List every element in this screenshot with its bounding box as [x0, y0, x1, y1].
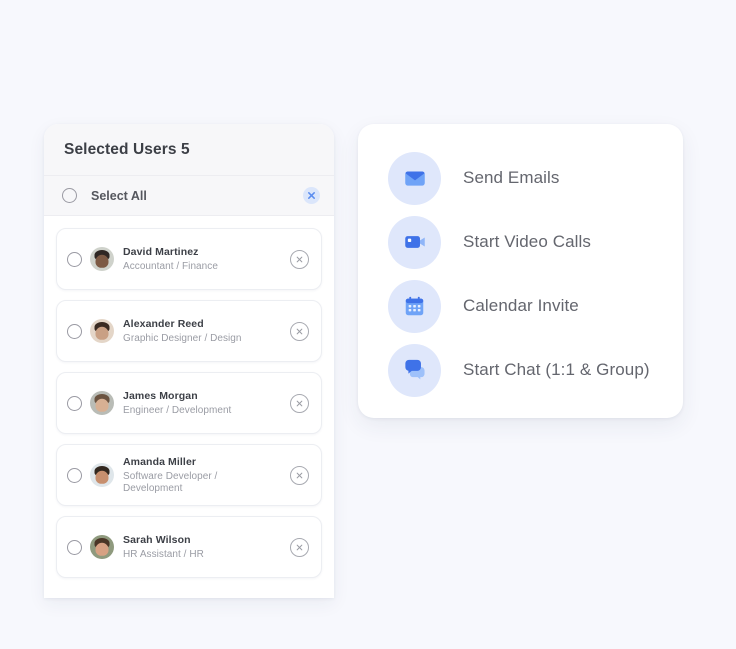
envelope-icon [404, 171, 425, 186]
user-name: Sarah Wilson [123, 534, 191, 546]
action-start-chat[interactable]: Start Chat (1:1 & Group) [358, 338, 683, 402]
table-row[interactable]: James Morgan Engineer / Development [56, 372, 322, 434]
action-label: Calendar Invite [463, 296, 579, 315]
avatar [90, 391, 114, 415]
chat-bubbles-icon [404, 359, 425, 380]
user-select-checkbox[interactable] [67, 395, 82, 411]
app-root: Selected Users 5 Select All David Martin… [0, 0, 736, 649]
remove-user-button[interactable] [290, 249, 309, 269]
user-name: Amanda Miller [123, 456, 197, 468]
user-role: Engineer / Development [123, 405, 232, 416]
select-all-row[interactable]: Select All [44, 176, 334, 216]
action-send-emails[interactable]: Send Emails [358, 146, 683, 210]
table-row[interactable]: Sarah Wilson HR Assistant / HR [56, 516, 322, 578]
envelope-icon-wrapper [388, 151, 441, 205]
action-start-video-calls[interactable]: Start Video Calls [358, 210, 683, 274]
remove-user-button[interactable] [290, 465, 309, 485]
user-role: Graphic Designer / Design [123, 333, 242, 344]
action-label: Start Chat (1:1 & Group) [463, 360, 650, 379]
table-row[interactable]: David Martinez Accountant / Finance [56, 228, 322, 290]
user-select-checkbox[interactable] [67, 323, 82, 339]
user-info: Sarah Wilson HR Assistant / HR [123, 533, 290, 561]
circle-x-icon [296, 328, 303, 334]
user-name: David Martinez [123, 246, 199, 258]
clear-selection-button[interactable] [303, 187, 320, 204]
table-row[interactable]: Alexander Reed Graphic Designer / Design [56, 300, 322, 362]
circle-x-icon [296, 544, 303, 550]
avatar [90, 319, 114, 343]
select-all-checkbox[interactable] [62, 188, 77, 203]
calendar-icon [405, 296, 424, 315]
select-all-label: Select All [91, 188, 147, 203]
video-camera-icon [404, 236, 425, 248]
remove-user-button[interactable] [290, 393, 309, 413]
table-row[interactable]: Amanda Miller Software Developer / Devel… [56, 444, 322, 506]
user-role: Software Developer / Development [123, 471, 218, 494]
user-role: Accountant / Finance [123, 261, 218, 272]
user-name: Alexander Reed [123, 318, 204, 330]
circle-x-icon [296, 400, 303, 406]
user-select-checkbox[interactable] [67, 467, 82, 483]
circle-x-icon [296, 472, 303, 478]
chat-bubbles-icon-wrapper [388, 343, 441, 397]
close-x-icon [308, 192, 315, 199]
user-select-checkbox[interactable] [67, 251, 82, 267]
bulk-actions-panel: Send Emails Start Video Calls Calendar I… [358, 124, 683, 418]
avatar [90, 535, 114, 559]
user-role: HR Assistant / HR [123, 549, 204, 560]
video-camera-icon-wrapper [388, 215, 441, 269]
remove-user-button[interactable] [290, 321, 309, 341]
calendar-icon-wrapper [388, 279, 441, 333]
action-calendar-invite[interactable]: Calendar Invite [358, 274, 683, 338]
user-name: James Morgan [123, 390, 198, 402]
action-label: Send Emails [463, 168, 560, 187]
user-info: James Morgan Engineer / Development [123, 389, 290, 417]
page-title: Selected Users 5 [64, 140, 190, 158]
avatar [90, 247, 114, 271]
action-label: Start Video Calls [463, 232, 592, 251]
circle-x-icon [296, 256, 303, 262]
user-info: Amanda Miller Software Developer / Devel… [123, 455, 290, 495]
user-info: David Martinez Accountant / Finance [123, 245, 290, 273]
avatar [90, 463, 114, 487]
user-select-checkbox[interactable] [67, 539, 82, 555]
selected-users-panel: Selected Users 5 Select All David Martin… [44, 124, 334, 598]
user-info: Alexander Reed Graphic Designer / Design [123, 317, 290, 345]
selected-users-header: Selected Users 5 [44, 124, 334, 176]
remove-user-button[interactable] [290, 537, 309, 557]
selected-users-list: David Martinez Accountant / Finance Alex… [44, 216, 334, 584]
